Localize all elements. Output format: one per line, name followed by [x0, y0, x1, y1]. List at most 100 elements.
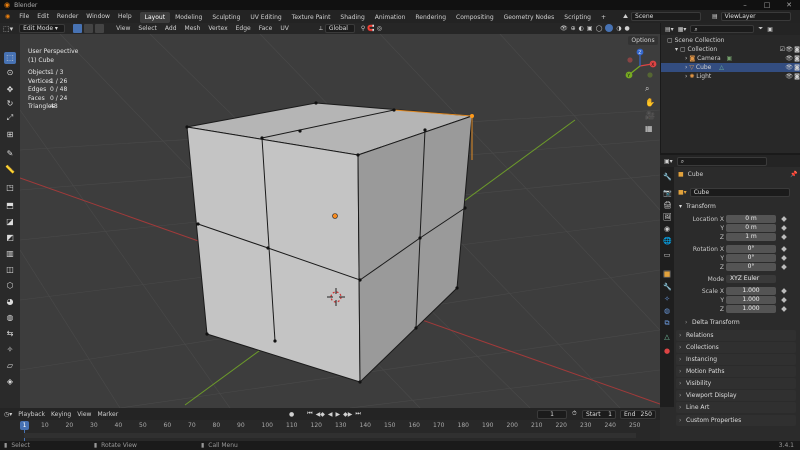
tab-uv-editing[interactable]: UV Editing [245, 12, 286, 23]
menu-render[interactable]: Render [53, 10, 82, 23]
shading-material-icon[interactable]: ◑ [616, 25, 621, 32]
delta-transform-subpanel[interactable]: Delta Transform [682, 317, 796, 328]
start-frame-field[interactable]: Start 1 [582, 410, 616, 419]
blender-menu-icon[interactable]: ◉ [0, 13, 15, 20]
gizmo-toggle-icon[interactable]: ⊕ [571, 25, 576, 32]
edge-slide-tool-icon[interactable]: ⇆ [4, 328, 16, 340]
relations-panel[interactable]: Relations [676, 330, 796, 341]
options-button[interactable]: Options [628, 36, 658, 45]
spin-tool-icon[interactable]: ◕ [4, 296, 16, 308]
rotation-mode-dropdown[interactable]: XYZ Euler [726, 275, 776, 283]
tab-texture-paint[interactable]: Texture Paint [287, 12, 336, 23]
gizmo-neg-x-icon[interactable] [627, 57, 633, 63]
camera-render-icon[interactable]: ◙ [794, 45, 800, 54]
object-name-field[interactable]: Cube [689, 188, 790, 197]
properties-editor-icon[interactable]: ▣▾ [664, 158, 673, 165]
move-tool-icon[interactable]: ✥ [4, 84, 16, 96]
new-collection-icon[interactable]: ▣ [767, 26, 773, 33]
collection-tab-icon[interactable]: ▭ [663, 251, 671, 259]
location-z-field[interactable]: 1 m [726, 233, 776, 241]
keyframe-icon[interactable] [781, 216, 787, 222]
outliner-item-cube[interactable]: › ▽ Cube △ 👁 ◙ [661, 63, 800, 72]
pan-view-icon[interactable]: ✋ [645, 98, 655, 107]
keyframe-icon[interactable] [781, 234, 787, 240]
data-tab-icon[interactable]: △ [663, 333, 671, 341]
rotate-tool-icon[interactable]: ↻ [4, 98, 16, 110]
transform-tool-icon[interactable]: ⊞ [4, 129, 16, 141]
checkbox-icon[interactable]: ☑ [780, 45, 785, 54]
scale-tool-icon[interactable]: ⤢ [4, 112, 16, 124]
rotation-y-field[interactable]: 0° [726, 254, 776, 262]
outliner-item-collection[interactable]: ▾ ▢ Collection ☑ 👁 ◙ [661, 45, 800, 54]
modifier-tab-icon[interactable]: 🔧 [663, 283, 672, 291]
snap-icon[interactable]: 🧲 [367, 25, 374, 32]
collections-panel[interactable]: Collections [676, 342, 796, 353]
shading-solid-icon[interactable] [605, 24, 614, 32]
motion-paths-panel[interactable]: Motion Paths [676, 366, 796, 377]
tab-layout[interactable]: Layout [139, 11, 171, 23]
line-art-panel-continued[interactable]: Line Art [676, 402, 796, 413]
menu-timeline-view[interactable]: View [77, 411, 91, 418]
scene-field[interactable]: Scene [631, 12, 702, 21]
camera-view-icon[interactable]: 🎥 [645, 111, 655, 120]
object-origin-icon[interactable] [332, 213, 338, 219]
menu-marker[interactable]: Marker [97, 411, 118, 418]
jump-end-icon[interactable]: ⏭ [355, 410, 360, 418]
world-tab-icon[interactable]: 🌐 [663, 237, 672, 245]
playhead[interactable]: 1 [20, 421, 29, 430]
tab-scripting[interactable]: Scripting [559, 12, 596, 23]
menu-keying[interactable]: Keying [51, 411, 71, 418]
transform-panel-header[interactable]: ▾ Transform [676, 201, 796, 212]
select-mode-face-icon[interactable] [95, 24, 105, 33]
particles-tab-icon[interactable]: ✧ [663, 295, 671, 303]
proportional-edit-icon[interactable]: ◎ [377, 25, 382, 32]
eye-icon[interactable]: 👁 [785, 63, 793, 72]
keyframe-icon[interactable] [781, 255, 787, 261]
location-x-field[interactable]: 0 m [726, 215, 776, 223]
shading-wireframe-icon[interactable]: ◯ [596, 25, 603, 32]
material-tab-icon[interactable]: ● [663, 347, 671, 355]
expand-icon[interactable]: › [685, 64, 687, 71]
keyframe-icon[interactable] [781, 225, 787, 231]
play-icon[interactable]: ▶ [336, 411, 341, 418]
poly-build-tool-icon[interactable]: ⬡ [4, 280, 16, 292]
instancing-panel[interactable]: Instancing [676, 354, 796, 365]
loop-cut-tool-icon[interactable]: ▥ [4, 248, 16, 260]
tab-compositing[interactable]: Compositing [451, 12, 499, 23]
eye-icon[interactable]: 👁 [785, 45, 793, 54]
shrink-fatten-tool-icon[interactable]: ✧ [4, 344, 16, 356]
perspective-toggle-icon[interactable]: ▦ [645, 124, 655, 133]
keyframe-icon[interactable] [781, 306, 787, 312]
object-browse-icon[interactable]: ■▾ [678, 189, 687, 196]
end-frame-field[interactable]: End 250 [620, 410, 656, 419]
overlay-toggle-icon[interactable]: ◐ [579, 25, 584, 32]
eye-icon[interactable]: 👁 [785, 72, 793, 81]
outliner-display-mode-icon[interactable]: ▦▾ [678, 26, 687, 33]
outliner-item-light[interactable]: › ✺ Light 👁 ◙ [661, 72, 800, 81]
viewport-scene[interactable] [20, 34, 660, 408]
rip-tool-icon[interactable]: ◈ [4, 376, 16, 388]
keyframe-icon[interactable] [781, 288, 787, 294]
minimize-icon[interactable]: – [734, 0, 756, 10]
shading-rendered-icon[interactable]: ● [625, 25, 630, 32]
custom-properties-panel[interactable]: Custom Properties [676, 415, 796, 426]
tab-shading[interactable]: Shading [335, 12, 369, 23]
filter-icon[interactable]: ⏷ [758, 25, 763, 33]
keyframe-icon[interactable] [781, 297, 787, 303]
menu-playback[interactable]: Playback [18, 411, 45, 418]
clock-icon[interactable]: ⏱ [572, 410, 577, 418]
record-icon[interactable]: ● [289, 411, 294, 418]
disclosure-triangle-icon[interactable]: ▾ [675, 46, 678, 53]
tab-geometry-nodes[interactable]: Geometry Nodes [499, 12, 560, 23]
view-layer-tab-icon[interactable]: 🖼 [663, 213, 672, 221]
menu-edit[interactable]: Edit [33, 10, 53, 23]
scene-tab-icon[interactable]: ◉ [663, 225, 671, 233]
annotate-tool-icon[interactable]: ✎ [4, 148, 16, 160]
editor-type-icon[interactable]: ⬚▾ [3, 25, 13, 33]
jump-start-icon[interactable]: ⏮ [307, 410, 312, 418]
knife-tool-icon[interactable]: ◫ [4, 264, 16, 276]
camera-render-icon[interactable]: ◙ [794, 54, 800, 63]
next-keyframe-icon[interactable]: ◆▶ [343, 411, 352, 418]
select-box-tool-icon[interactable]: ⬚ [4, 52, 16, 64]
menu-window[interactable]: Window [82, 10, 114, 23]
